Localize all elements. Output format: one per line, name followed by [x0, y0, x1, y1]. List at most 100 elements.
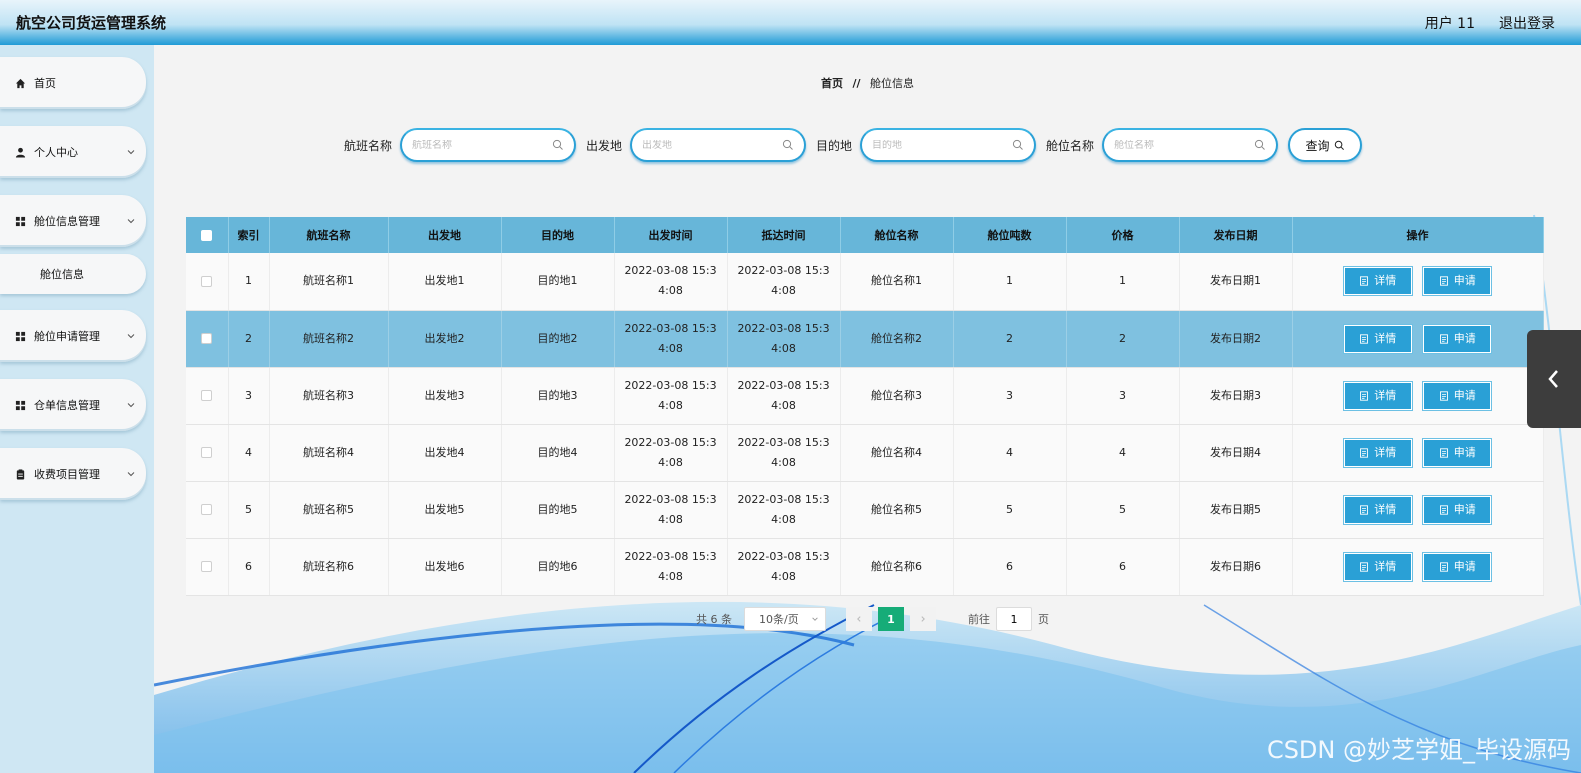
cell-date: 发布日期4 [1179, 424, 1293, 482]
page-number-button[interactable]: 1 [878, 607, 904, 631]
table-row[interactable]: 3 航班名称3 出发地3 目的地3 2022-03-08 15:3 4:08 2022-03… [186, 367, 1544, 425]
detail-button[interactable]: 详情 [1342, 380, 1413, 411]
sidebar-item-label: 舱位信息管理 [34, 215, 100, 228]
apply-button[interactable]: 申请 [1422, 494, 1493, 525]
chevron-down-icon [127, 403, 135, 408]
row-checkbox[interactable] [201, 561, 213, 572]
cell-arrival-time: 2022-03-08 15:3 4:08 [727, 481, 841, 539]
apply-button[interactable]: 申请 [1422, 266, 1493, 297]
cell-flight: 航班名称1 [269, 253, 389, 311]
detail-button[interactable]: 详情 [1342, 437, 1413, 468]
cell-cabin: 舱位名称4 [840, 424, 954, 482]
goto-page-input[interactable] [996, 607, 1032, 631]
cell-flight: 航班名称6 [269, 538, 389, 596]
row-select-cell [186, 424, 229, 482]
flight-name-field [400, 128, 577, 162]
row-checkbox[interactable] [201, 447, 213, 458]
apply-button-label: 申请 [1453, 445, 1476, 459]
table-row[interactable]: 6 航班名称6 出发地6 目的地6 2022-03-08 15:3 4:08 2022-03… [186, 538, 1544, 596]
sidebar-item-fee-management[interactable]: 收费项目管理 [0, 448, 146, 500]
detail-button-label: 详情 [1374, 331, 1397, 345]
cell-from: 出发地5 [388, 481, 502, 539]
row-checkbox[interactable] [201, 333, 213, 344]
cell-to: 目的地2 [501, 310, 615, 368]
departure-label: 出发地 [586, 138, 623, 153]
cell-price: 1 [1066, 253, 1180, 311]
cell-actions: 详情 申请 [1292, 424, 1544, 482]
column-header: 价格 [1066, 217, 1180, 253]
departure-input[interactable] [642, 139, 783, 151]
detail-button-label: 详情 [1374, 502, 1397, 516]
table-row[interactable]: 2 航班名称2 出发地2 目的地2 2022-03-08 15:3 4:08 2022-03… [186, 310, 1544, 368]
departure-time-line1: 2022-03-08 15:3 [624, 378, 717, 392]
table-row[interactable]: 4 航班名称4 出发地4 目的地4 2022-03-08 15:3 4:08 2022-03… [186, 424, 1544, 482]
select-all-checkbox[interactable] [201, 230, 213, 241]
next-page-button[interactable] [910, 607, 936, 631]
departure-time-line2: 4:08 [658, 569, 683, 583]
cell-idx: 2 [228, 310, 270, 368]
top-header: 航空公司货运管理系统 用户 11 退出登录 [0, 0, 1581, 45]
side-panel-toggle[interactable] [1527, 330, 1581, 428]
query-button[interactable]: 查询 [1288, 128, 1363, 162]
detail-button[interactable]: 详情 [1342, 494, 1413, 525]
flight-name-input[interactable] [412, 139, 553, 151]
sidebar-item-label: 个人中心 [34, 146, 78, 159]
cell-from: 出发地6 [388, 538, 502, 596]
cell-flight: 航班名称4 [269, 424, 389, 482]
sidebar-subitem-cabin-info[interactable]: 舱位信息 [0, 254, 146, 294]
detail-button[interactable]: 详情 [1342, 266, 1413, 297]
cell-tons: 1 [953, 253, 1067, 311]
table-row[interactable]: 1 航班名称1 出发地1 目的地1 2022-03-08 15:3 4:08 2022-03… [186, 253, 1544, 311]
document-icon [1360, 561, 1369, 572]
departure-time-line1: 2022-03-08 15:3 [624, 492, 717, 506]
apply-button[interactable]: 申请 [1422, 380, 1493, 411]
detail-button[interactable]: 详情 [1342, 323, 1413, 354]
row-checkbox[interactable] [201, 504, 213, 515]
prev-page-button[interactable] [846, 607, 872, 631]
sidebar-item-personal-center[interactable]: 个人中心 [0, 126, 146, 178]
cell-to: 目的地6 [501, 538, 615, 596]
sidebar-item-home[interactable]: 首页 [0, 57, 146, 109]
sidebar: 首页 个人中心 舱位信息管理 舱位信息 舱位申请管理 仓单信息管理 收费项目管理 [0, 45, 154, 773]
row-select-cell [186, 367, 229, 425]
row-checkbox[interactable] [201, 275, 213, 287]
row-checkbox[interactable] [201, 390, 213, 401]
sidebar-item-cabin-info-management[interactable]: 舱位信息管理 [0, 195, 146, 247]
apply-button[interactable]: 申请 [1422, 437, 1493, 468]
table-row[interactable]: 5 航班名称5 出发地5 目的地5 2022-03-08 15:3 4:08 2022-03… [186, 481, 1544, 539]
sidebar-item-label: 舱位申请管理 [34, 330, 100, 343]
document-icon [1360, 333, 1369, 344]
cell-arrival-time: 2022-03-08 15:3 4:08 [727, 253, 841, 311]
cell-from: 出发地2 [388, 310, 502, 368]
cell-arrival-time: 2022-03-08 15:3 4:08 [727, 538, 841, 596]
cell-from: 出发地1 [388, 253, 502, 311]
logout-link[interactable]: 退出登录 [1499, 13, 1555, 33]
cell-price: 3 [1066, 367, 1180, 425]
cell-departure-time: 2022-03-08 15:3 4:08 [614, 310, 728, 368]
document-icon [1360, 276, 1369, 286]
destination-input[interactable] [872, 139, 1013, 151]
search-icon [552, 139, 563, 150]
home-icon [14, 77, 26, 89]
page-size-select[interactable]: 10条/页 [744, 607, 826, 631]
apply-button-label: 申请 [1453, 502, 1476, 516]
pagination-total: 共 6 条 [696, 613, 732, 626]
chevron-down-icon [127, 150, 135, 155]
column-header: 目的地 [501, 217, 615, 253]
apply-button-label: 申请 [1453, 388, 1476, 402]
breadcrumb-home[interactable]: 首页 [821, 77, 843, 90]
detail-button[interactable]: 详情 [1342, 551, 1413, 582]
column-header: 航班名称 [269, 217, 389, 253]
departure-time-line1: 2022-03-08 15:3 [624, 435, 717, 449]
sidebar-item-manifest-management[interactable]: 仓单信息管理 [0, 379, 146, 431]
apply-button[interactable]: 申请 [1422, 323, 1493, 354]
cell-to: 目的地5 [501, 481, 615, 539]
cell-actions: 详情 申请 [1292, 367, 1544, 425]
sidebar-item-cabin-apply-management[interactable]: 舱位申请管理 [0, 310, 146, 362]
grid-icon [14, 215, 26, 227]
clipboard-icon [14, 468, 26, 480]
apply-button[interactable]: 申请 [1422, 551, 1493, 582]
cabin-name-input[interactable] [1114, 139, 1255, 151]
search-bar: 航班名称 出发地 目的地 舱位名称 查询 [344, 128, 1363, 162]
destination-field [860, 128, 1037, 162]
